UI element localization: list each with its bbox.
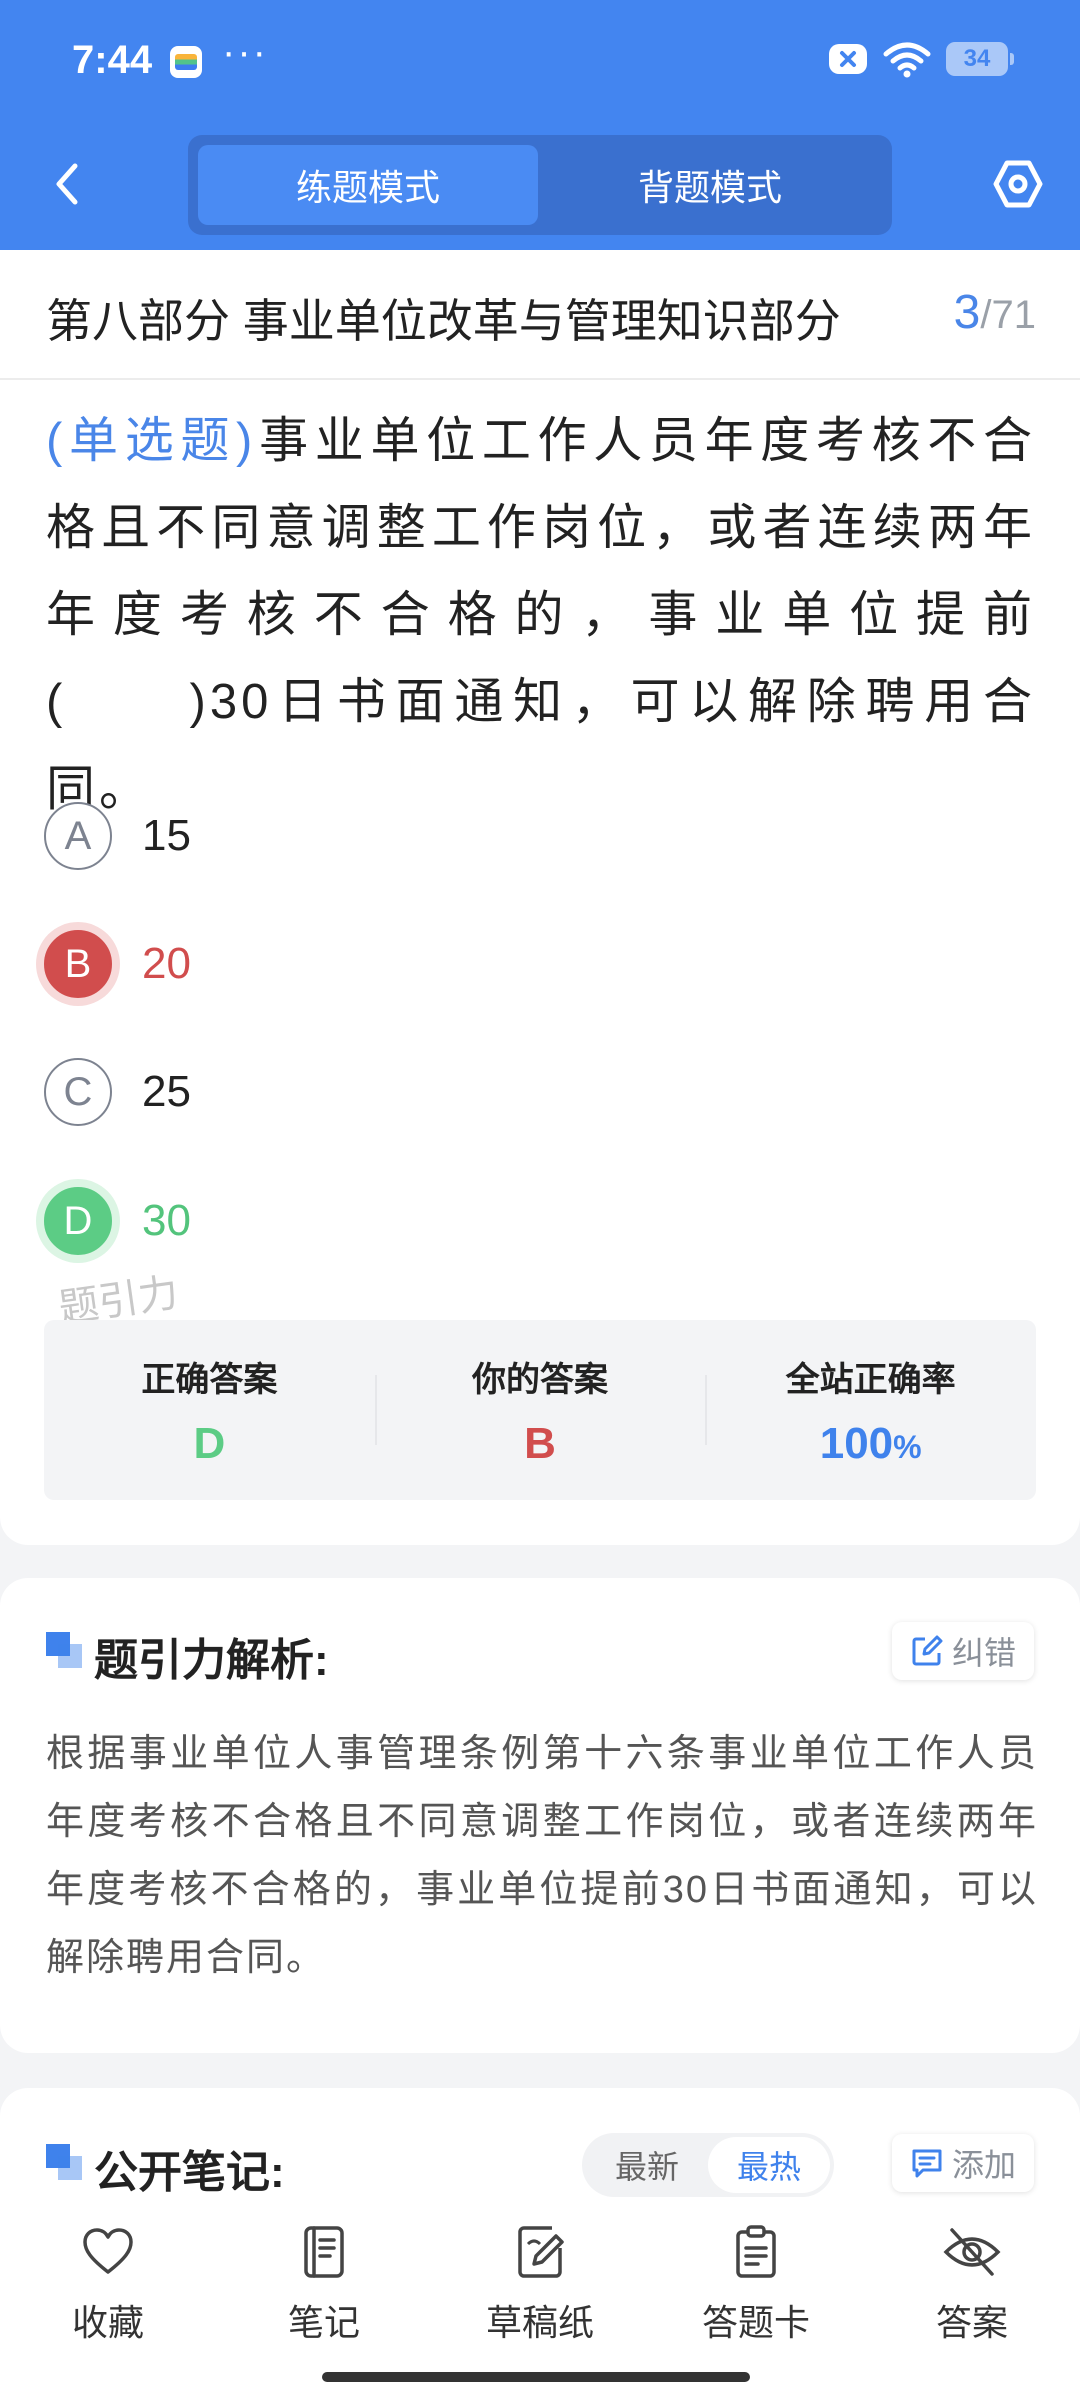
option-letter: B xyxy=(44,930,112,998)
question-progress: 3/71 xyxy=(954,285,1036,340)
sort-hottest[interactable]: 最热 xyxy=(708,2137,830,2193)
notes-sort-toggle: 最新 最热 xyxy=(582,2133,834,2197)
option-d[interactable]: D 30 xyxy=(44,1181,744,1261)
option-a[interactable]: A 15 xyxy=(44,796,744,876)
bottom-nav: 收藏 笔记 草稿纸 答题卡 答案 xyxy=(0,2200,1080,2400)
analysis-text: 根据事业单位人事管理条例第十六条事业单位工作人员年度考核不合格且不同意调整工作岗… xyxy=(46,1733,1038,1979)
stat-correct-answer: 正确答案 D xyxy=(44,1320,375,1500)
nav-favorite[interactable]: 收藏 xyxy=(0,2200,216,2400)
notebook-icon xyxy=(294,2222,354,2282)
accuracy-unit: % xyxy=(893,1428,922,1465)
mute-notification-icon xyxy=(829,44,867,74)
report-error-button[interactable]: 纠错 xyxy=(891,1622,1034,1680)
draft-paper-icon xyxy=(510,2222,570,2282)
total-question-count: 71 xyxy=(991,293,1037,337)
stat-label: 正确答案 xyxy=(141,1360,278,1399)
nav-label: 草稿纸 xyxy=(485,2302,594,2343)
nav-answer[interactable]: 答案 xyxy=(864,2200,1080,2400)
question-text: (单选题)事业单位工作人员年度考核不合格且不同意调整工作岗位，或者连续两年年度考… xyxy=(46,398,1036,833)
section-bullet-icon xyxy=(46,2144,82,2180)
option-letter: A xyxy=(44,802,112,870)
chevron-left-icon xyxy=(56,163,78,205)
accuracy-number: 100 xyxy=(819,1418,894,1468)
tab-memorize-mode[interactable]: 背题模式 xyxy=(540,145,880,225)
accuracy-value: 100% xyxy=(820,1419,922,1469)
report-error-label: 纠错 xyxy=(951,1635,1016,1671)
answer-card-icon xyxy=(726,2222,786,2282)
correct-answer-value: D xyxy=(193,1418,226,1468)
nav-label: 答案 xyxy=(935,2302,1008,2343)
option-b[interactable]: B 20 xyxy=(44,924,744,1004)
divider xyxy=(0,378,1080,380)
notes-title: 公开笔记: xyxy=(94,2148,285,2197)
tab-practice-mode[interactable]: 练题模式 xyxy=(198,145,538,225)
edit-icon xyxy=(912,1635,943,1666)
section-bullet-icon xyxy=(46,1632,82,1668)
option-text: 25 xyxy=(142,1067,191,1116)
add-note-label: 添加 xyxy=(951,2147,1016,2183)
status-time: 7:44 xyxy=(72,38,153,82)
heart-icon xyxy=(78,2222,138,2282)
hexagon-gear-icon xyxy=(993,160,1043,208)
home-indicator[interactable] xyxy=(322,2372,750,2382)
status-icons: 34 xyxy=(828,40,1014,78)
mode-toggle: 练题模式 背题模式 xyxy=(188,135,892,235)
current-question-number: 3 xyxy=(953,286,981,339)
question-type: (单选题) xyxy=(46,414,257,468)
stat-label: 你的答案 xyxy=(472,1360,608,1399)
nav-draft-paper[interactable]: 草稿纸 xyxy=(432,2200,648,2400)
question-body: 事业单位工作人员年度考核不合格且不同意调整工作岗位，或者连续两年年度考核不合格的… xyxy=(46,414,1036,816)
battery-level: 34 xyxy=(963,45,991,72)
wifi-icon xyxy=(883,42,931,78)
nav-answer-card[interactable]: 答题卡 xyxy=(648,2200,864,2400)
option-letter: D xyxy=(44,1187,112,1255)
battery-indicator: 34 xyxy=(946,42,1014,76)
option-text: 20 xyxy=(142,939,191,988)
your-answer-value: B xyxy=(524,1418,556,1468)
eye-off-icon xyxy=(942,2222,1002,2282)
nav-label: 答题卡 xyxy=(701,2302,810,2343)
stat-label: 全站正确率 xyxy=(785,1360,956,1399)
option-text: 15 xyxy=(142,811,191,860)
add-note-button[interactable]: 添加 xyxy=(891,2134,1034,2192)
nav-label: 笔记 xyxy=(287,2302,360,2343)
progress-separator: / xyxy=(980,293,992,337)
section-title: 第八部分 事业单位改革与管理知识部分 xyxy=(46,295,841,347)
sort-newest[interactable]: 最新 xyxy=(586,2137,708,2193)
stat-your-answer: 你的答案 B xyxy=(374,1320,706,1500)
option-c[interactable]: C 25 xyxy=(44,1052,744,1132)
nav-label: 收藏 xyxy=(71,2302,144,2343)
wallet-app-icon xyxy=(170,46,202,78)
nav-notes[interactable]: 笔记 xyxy=(216,2200,432,2400)
option-text: 30 xyxy=(142,1196,191,1245)
settings-button[interactable] xyxy=(986,152,1050,216)
option-letter: C xyxy=(44,1058,112,1126)
analysis-title: 题引力解析: xyxy=(94,1636,329,1685)
comment-icon xyxy=(912,2149,942,2178)
more-notifications-icon: ··· xyxy=(222,30,268,74)
stat-accuracy: 全站正确率 100% xyxy=(705,1320,1036,1500)
answer-stats: 正确答案 D 你的答案 B 全站正确率 100% xyxy=(44,1320,1036,1500)
back-button[interactable] xyxy=(38,156,94,212)
